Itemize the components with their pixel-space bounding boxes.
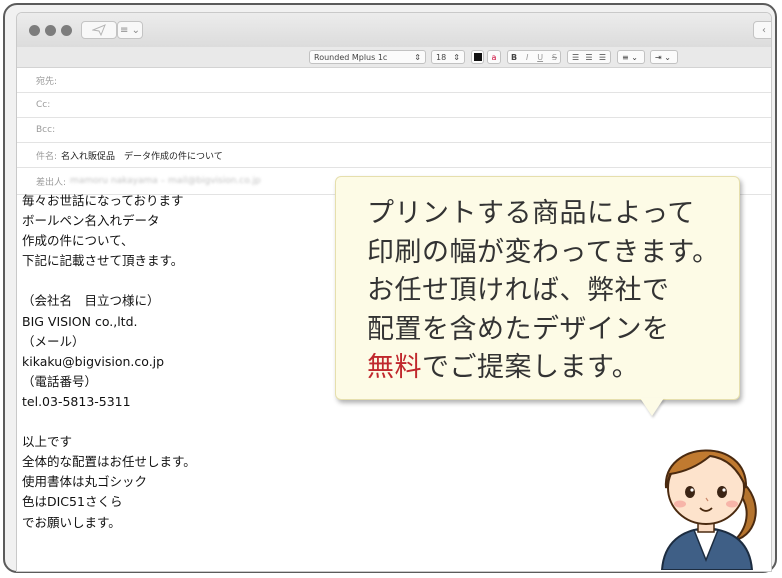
subject-value[interactable]: 名入れ販促品 データ作成の件について [61,149,223,162]
header-options-button[interactable]: ‹ [753,21,771,39]
list-menu-button[interactable]: ≡ ⌄ [117,21,143,39]
body-line: 使用書体は丸ゴシック [22,474,148,490]
body-line: 全体的な配置はお任せします。 [22,454,196,470]
body-line [22,271,342,291]
minimize-window-button[interactable] [45,25,56,36]
highlight-free: 無料 [367,352,422,383]
font-size-value: 18 [436,52,447,62]
bubble-line-rest: でご提案します。 [422,352,640,383]
bubble-line: プリントする商品によって [367,198,695,229]
to-label: 宛先: [36,76,58,87]
text-color-button[interactable] [471,50,484,64]
from-label: 差出人: [36,177,67,188]
zoom-window-button[interactable] [61,25,72,36]
bubble-line: 配置を含めたデザインを [367,313,670,345]
body-line: kikaku@bigvision.co.jp [22,353,165,369]
body-line: （メール） [22,333,85,349]
font-family-select[interactable]: Rounded Mplus 1c ⇕ [309,50,426,64]
title-bar: ≡ ⌄ ‹ [17,13,771,48]
stepper-icon: ⇕ [453,52,460,62]
italic-button[interactable]: I [526,53,528,62]
paper-plane-icon [92,24,106,36]
close-window-button[interactable] [29,25,40,36]
body-line: BIG VISION co.,ltd. [22,313,138,329]
bubble-line: お任せ頂ければ、弊社で [367,275,670,306]
send-button[interactable] [81,21,117,39]
body-line: 作成の件について、 [22,233,134,249]
font-size-select[interactable]: 18 ⇕ [431,50,465,64]
body-line [22,412,342,432]
message-body[interactable]: 毎々お世話になっております ボールペン名入れデータ 作成の件について、 下記に記… [22,191,342,533]
body-line: でお願いします。 [22,514,121,530]
list-style-select[interactable]: ≡ ⌄ [617,50,645,64]
strikethrough-button[interactable]: S [552,53,557,62]
speech-bubble-text: プリントする商品によって 印刷の幅が変わってきます。 お任せ頂ければ、弊社で 配… [367,195,737,388]
bubble-line: 印刷の幅が変わってきます。 [367,236,720,268]
color-swatch [473,53,482,61]
body-line: （会社名 目立つ様に） [22,293,160,309]
list-style-icon: ≡ ⌄ [622,52,638,62]
body-line: （電話番号） [22,373,98,389]
align-center-icon[interactable]: ☰ [585,53,592,62]
body-line: 以上です [22,434,73,450]
highlight-color-button[interactable]: a [487,50,501,64]
subject-field[interactable]: 件名: 名入れ販促品 データ作成の件について [17,143,771,168]
from-value[interactable]: mamoru nakayama – mail@bigvision.co.jp [70,176,261,186]
body-line: 色はDIC51さくら [22,494,123,510]
bcc-label: Bcc: [36,125,56,135]
body-line: 毎々お世話になっております [22,193,184,208]
format-bar: Rounded Mplus 1c ⇕ 18 ⇕ a B I U S ☰ ☰ ☰ … [17,47,771,68]
cc-field[interactable]: Cc: [17,93,771,118]
bcc-field[interactable]: Bcc: [17,118,771,143]
chevron-left-icon: ‹ [762,24,766,36]
stepper-icon: ⇕ [414,52,421,62]
to-field[interactable]: 宛先: [17,68,771,93]
text-style-group: B I U S [507,50,561,64]
indent-select[interactable]: ⇥ ⌄ [650,50,678,64]
list-icon: ≡ ⌄ [120,24,140,36]
alignment-group: ☰ ☰ ☰ [567,50,611,64]
bold-button[interactable]: B [511,53,517,62]
body-line: 下記に記載させて頂きます。 [22,253,184,269]
align-left-icon[interactable]: ☰ [572,53,579,62]
font-family-value: Rounded Mplus 1c [314,52,388,62]
subject-label: 件名: [36,151,58,162]
body-line: tel.03-5813-5311 [22,393,131,409]
body-line: ボールペン名入れデータ [22,213,160,229]
cc-label: Cc: [36,100,51,110]
align-right-icon[interactable]: ☰ [599,53,606,62]
indent-icon: ⇥ ⌄ [655,52,671,62]
bubble-line-last: 無料でご提案します。 [367,349,737,388]
woman-avatar-illustration [660,449,757,570]
highlight-icon: a [491,52,497,62]
underline-button[interactable]: U [537,53,543,62]
